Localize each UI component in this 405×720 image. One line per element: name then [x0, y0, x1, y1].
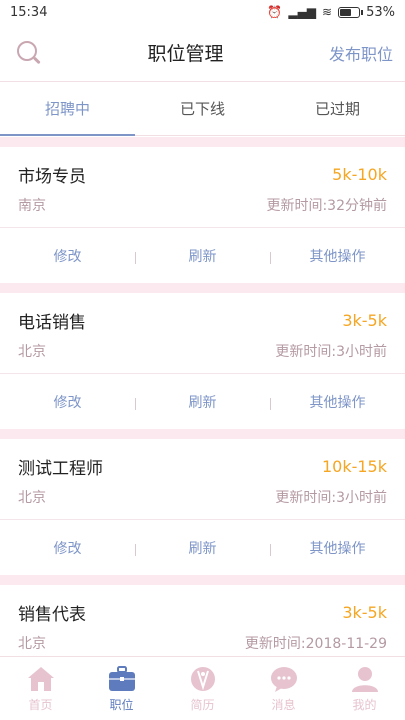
tabbar-item-resume[interactable]: 简历 [162, 657, 243, 720]
more-actions-button[interactable]: 其他操作 [270, 374, 405, 429]
home-icon [26, 665, 56, 693]
more-actions-button[interactable]: 其他操作 [270, 228, 405, 283]
tab-offline[interactable]: 已下线 [135, 82, 270, 135]
status-tabs: 招聘中 已下线 已过期 [0, 82, 405, 136]
search-icon[interactable] [16, 40, 42, 66]
resume-icon [188, 665, 218, 693]
job-list[interactable]: 市场专员 5k-10k 南京 更新时间:32分钟前 修改 刷新 其他操作 电话销… [0, 137, 405, 656]
status-icons: ⏰ ▂▄▆ ≋ 53% [267, 5, 395, 20]
job-updated-time: 更新时间:32分钟前 [266, 198, 387, 214]
briefcase-icon [107, 665, 137, 693]
edit-button[interactable]: 修改 [0, 520, 135, 575]
header: 职位管理 发布职位 [0, 24, 405, 82]
profile-icon [350, 665, 380, 693]
alarm-icon: ⏰ [267, 5, 283, 19]
tabbar-item-home[interactable]: 首页 [0, 657, 81, 720]
status-bar: 15:34 ⏰ ▂▄▆ ≋ 53% [0, 0, 405, 24]
tabbar-label: 我的 [352, 697, 377, 712]
bottom-tab-bar: 首页 职位 简历 消息 我的 [0, 656, 405, 720]
tabbar-label: 简历 [190, 697, 215, 712]
job-salary: 3k-5k [342, 602, 387, 622]
job-city: 北京 [18, 490, 46, 506]
job-title[interactable]: 销售代表 [18, 600, 86, 625]
tabbar-item-jobs[interactable]: 职位 [81, 657, 162, 720]
edit-button[interactable]: 修改 [0, 228, 135, 283]
edit-button[interactable]: 修改 [0, 374, 135, 429]
job-salary: 5k-10k [332, 164, 387, 184]
tabbar-item-messages[interactable]: 消息 [243, 657, 324, 720]
tabbar-label: 职位 [109, 697, 134, 712]
job-title[interactable]: 市场专员 [18, 162, 86, 187]
wifi-icon: ≋ [322, 5, 333, 19]
tab-expired[interactable]: 已过期 [270, 82, 405, 135]
battery-percent: 53% [366, 4, 395, 20]
page-title: 职位管理 [147, 43, 224, 65]
job-title[interactable]: 测试工程师 [18, 454, 103, 479]
tabbar-label: 首页 [28, 697, 53, 712]
job-city: 北京 [18, 344, 46, 360]
job-actions: 修改 刷新 其他操作 [0, 519, 405, 575]
message-icon [269, 665, 299, 693]
battery-icon [338, 6, 364, 18]
job-actions: 修改 刷新 其他操作 [0, 227, 405, 283]
refresh-button[interactable]: 刷新 [135, 374, 270, 429]
more-actions-button[interactable]: 其他操作 [270, 520, 405, 575]
publish-job-button[interactable]: 发布职位 [329, 41, 393, 65]
tabbar-label: 消息 [271, 697, 296, 712]
refresh-button[interactable]: 刷新 [135, 228, 270, 283]
job-card: 电话销售 3k-5k 北京 更新时间:3小时前 修改 刷新 其他操作 [0, 283, 405, 429]
job-city: 南京 [18, 198, 46, 214]
refresh-button[interactable]: 刷新 [135, 520, 270, 575]
job-updated-time: 更新时间:3小时前 [275, 490, 387, 506]
job-card: 测试工程师 10k-15k 北京 更新时间:3小时前 修改 刷新 其他操作 [0, 429, 405, 575]
job-city: 北京 [18, 636, 46, 652]
job-title[interactable]: 电话销售 [18, 308, 86, 333]
tab-recruiting[interactable]: 招聘中 [0, 82, 135, 136]
job-card: 市场专员 5k-10k 南京 更新时间:32分钟前 修改 刷新 其他操作 [0, 137, 405, 283]
job-updated-time: 更新时间:3小时前 [275, 344, 387, 360]
job-salary: 10k-15k [321, 456, 387, 476]
signal-icon: ▂▄▆ [288, 5, 317, 19]
job-actions: 修改 刷新 其他操作 [0, 373, 405, 429]
job-updated-time: 更新时间:2018-11-29 [244, 636, 387, 652]
job-card: 销售代表 3k-5k 北京 更新时间:2018-11-29 [0, 575, 405, 656]
tabbar-item-profile[interactable]: 我的 [324, 657, 405, 720]
job-salary: 3k-5k [342, 310, 387, 330]
status-time: 15:34 [10, 4, 48, 20]
